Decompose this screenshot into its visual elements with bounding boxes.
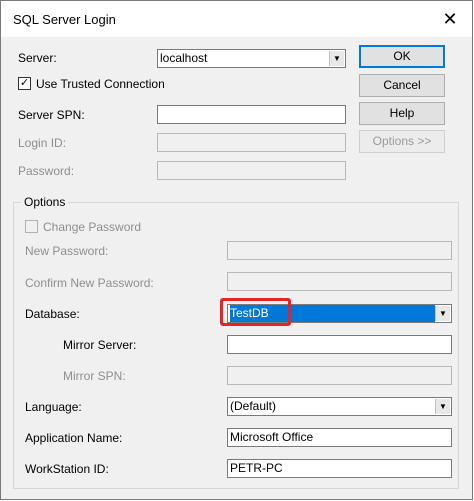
confirm-password-input xyxy=(227,272,452,291)
options-group-title: Options xyxy=(21,195,69,209)
language-value: (Default) xyxy=(230,399,277,413)
database-highlight-box xyxy=(220,298,291,326)
mirror-server-input[interactable] xyxy=(227,335,452,354)
close-icon[interactable]: ✕ xyxy=(428,1,472,37)
mirror-spn-label: Mirror SPN: xyxy=(63,369,126,383)
server-combo[interactable]: localhost ▼ xyxy=(157,49,346,68)
help-button[interactable]: Help xyxy=(359,102,445,125)
ok-button[interactable]: OK xyxy=(359,45,445,68)
application-name-input[interactable]: Microsoft Office xyxy=(227,428,452,447)
options-button: Options >> xyxy=(359,130,445,153)
mirror-server-label: Mirror Server: xyxy=(63,338,137,352)
change-password-checkbox xyxy=(25,220,38,233)
password-input xyxy=(157,161,346,180)
server-label: Server: xyxy=(18,51,57,65)
language-label: Language: xyxy=(25,400,82,414)
new-password-input xyxy=(227,241,452,260)
password-label: Password: xyxy=(18,164,75,178)
cancel-button[interactable]: Cancel xyxy=(359,74,445,97)
database-label: Database: xyxy=(25,307,80,321)
server-spn-input[interactable] xyxy=(157,105,346,124)
window-title: SQL Server Login xyxy=(13,12,116,27)
new-password-label: New Password: xyxy=(25,244,109,258)
mirror-spn-input xyxy=(227,366,452,385)
server-value: localhost xyxy=(160,51,208,65)
title-bar: SQL Server Login ✕ xyxy=(1,1,472,37)
change-password-label: Change Password xyxy=(43,220,142,234)
trusted-connection-checkbox[interactable]: ✓ xyxy=(18,77,31,90)
login-id-input xyxy=(157,133,346,152)
chevron-down-icon[interactable]: ▼ xyxy=(435,306,450,321)
confirm-password-label: Confirm New Password: xyxy=(25,276,154,290)
chevron-down-icon[interactable]: ▼ xyxy=(435,399,450,414)
server-spn-label: Server SPN: xyxy=(18,108,85,122)
application-name-label: Application Name: xyxy=(25,431,123,445)
sql-server-login-dialog: SQL Server Login ✕ Server: localhost ▼ ✓… xyxy=(0,0,473,500)
language-combo[interactable]: (Default) ▼ xyxy=(227,397,452,416)
login-id-label: Login ID: xyxy=(18,136,67,150)
chevron-down-icon[interactable]: ▼ xyxy=(329,51,344,66)
trusted-connection-label: Use Trusted Connection xyxy=(36,77,165,91)
workstation-id-input[interactable]: PETR-PC xyxy=(227,459,452,478)
workstation-id-label: WorkStation ID: xyxy=(25,462,109,476)
